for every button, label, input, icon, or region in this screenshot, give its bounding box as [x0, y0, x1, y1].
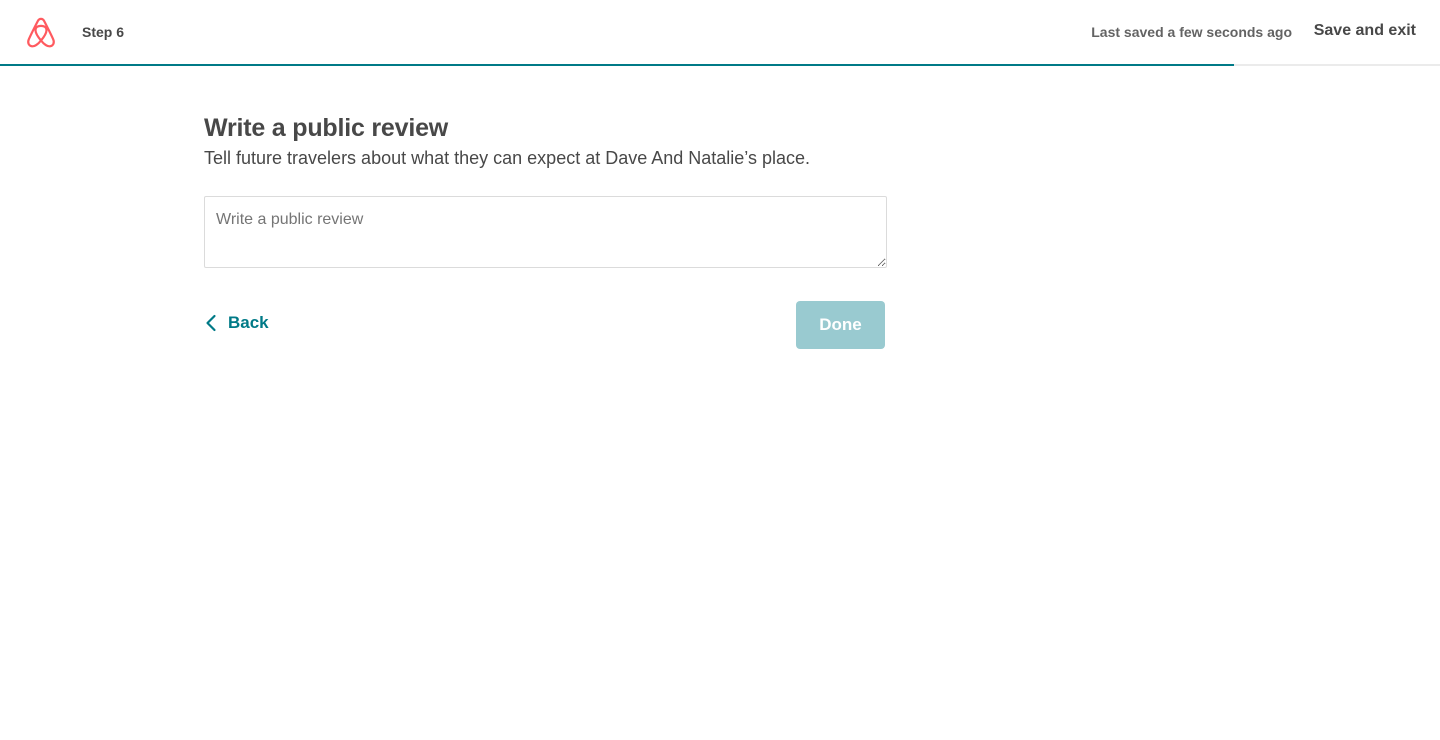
- last-saved-status: Last saved a few seconds ago: [1091, 24, 1292, 40]
- back-button[interactable]: Back: [204, 313, 269, 333]
- done-button[interactable]: Done: [796, 301, 885, 349]
- page-title: Write a public review: [204, 114, 449, 142]
- review-form: Write a public review Tell future travel…: [204, 112, 887, 349]
- logo-glyph: [27, 17, 55, 48]
- public-review-textarea[interactable]: [204, 196, 887, 268]
- form-actions: Back Done: [204, 301, 887, 349]
- top-bar: Step 6 Last saved a few seconds ago Save…: [0, 0, 1440, 64]
- progress-bar: [0, 64, 1440, 66]
- save-and-exit-button[interactable]: Save and exit: [1314, 20, 1416, 42]
- step-indicator: Step 6: [82, 24, 125, 40]
- page-subtitle: Tell future travelers about what they ca…: [204, 148, 811, 168]
- chevron-left-icon: [206, 314, 216, 332]
- progress-bar-fill: [0, 64, 1235, 66]
- back-button-label: Back: [228, 313, 269, 332]
- airbnb-logo-icon[interactable]: [25, 15, 57, 49]
